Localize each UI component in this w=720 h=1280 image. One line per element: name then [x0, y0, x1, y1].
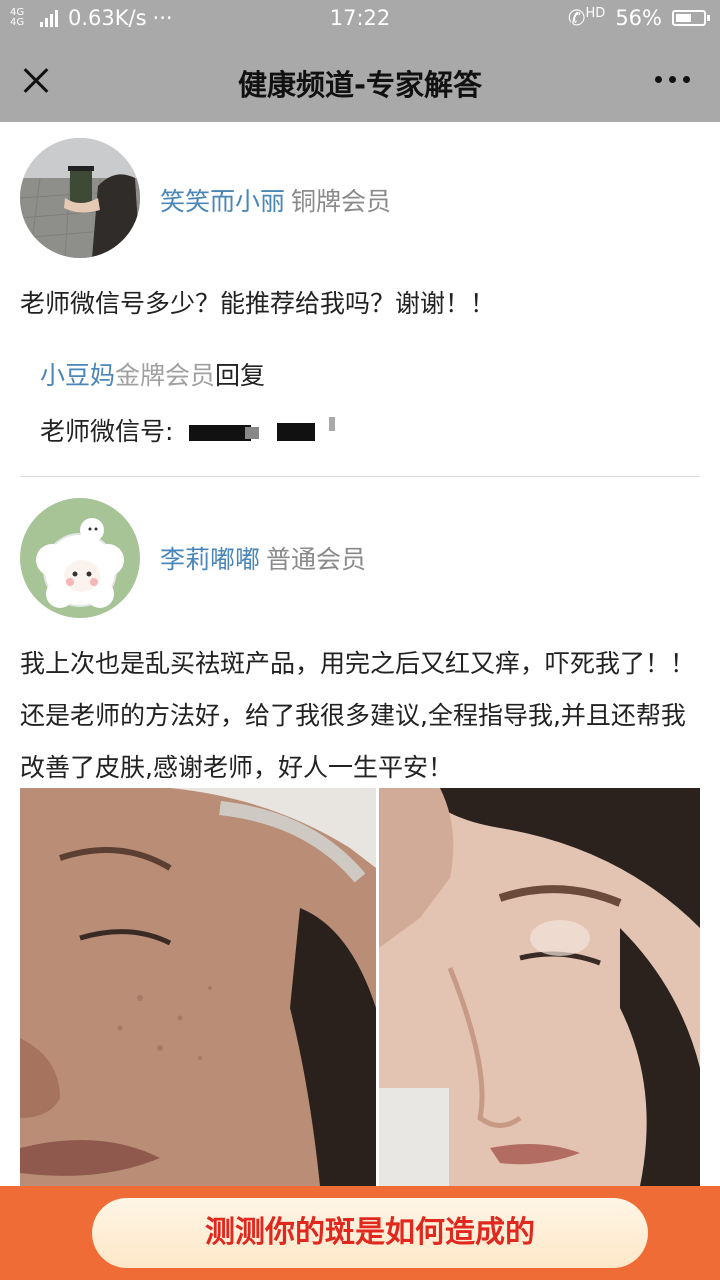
- comment-text: 老师微信号多少？能推荐给我吗？谢谢！！: [20, 289, 496, 318]
- username[interactable]: 笑笑而小丽: [160, 187, 285, 216]
- comparison-photo[interactable]: [20, 788, 700, 1186]
- user-info: 笑笑而小丽 铜牌会员: [160, 182, 391, 218]
- battery-percent: 56%: [615, 6, 662, 30]
- battery-fill: [676, 14, 691, 22]
- member-level: 铜牌会员: [291, 187, 392, 216]
- reply-content: 老师微信号:: [40, 417, 174, 446]
- hd-label: HD: [585, 6, 606, 21]
- user-info: 李莉嘟嘟 普通会员: [160, 540, 366, 576]
- status-bar: 4G 4G 0.63K/s ··· 17:22 ✆HD 56%: [0, 0, 720, 38]
- navigation-bar: 健康频道-专家解答: [0, 38, 720, 122]
- call-hd-icon: ✆HD: [567, 6, 606, 30]
- reply-action: 回复: [215, 361, 266, 390]
- status-right: ✆HD 56%: [567, 6, 710, 30]
- reply-text: 老师微信号:: [40, 412, 339, 448]
- comment-text: 我上次也是乱买祛斑产品，用完之后又红又痒，吓死我了！！还是老师的方法好，给了我很…: [20, 649, 696, 782]
- sheep-avatar-icon: [20, 498, 140, 618]
- member-level: 普通会员: [266, 545, 367, 574]
- reply-member-level: 金牌会员: [115, 361, 216, 390]
- redacted-block: [189, 417, 339, 443]
- divider: [20, 476, 700, 477]
- avatar[interactable]: [20, 498, 140, 618]
- bottom-banner: 测测你的斑是如何造成的: [0, 1186, 720, 1280]
- avatar-photo: [20, 138, 140, 258]
- battery-icon: [672, 10, 710, 26]
- avatar[interactable]: [20, 138, 140, 258]
- username[interactable]: 李莉嘟嘟: [160, 545, 260, 574]
- reply-username[interactable]: 小豆妈: [40, 361, 115, 390]
- more-options-icon[interactable]: [655, 76, 690, 83]
- skin-test-button[interactable]: 测测你的斑是如何造成的: [92, 1198, 648, 1268]
- reply-header: 小豆妈金牌会员回复: [40, 356, 265, 392]
- page-title: 健康频道-专家解答: [237, 68, 483, 102]
- before-after-image: [20, 788, 700, 1186]
